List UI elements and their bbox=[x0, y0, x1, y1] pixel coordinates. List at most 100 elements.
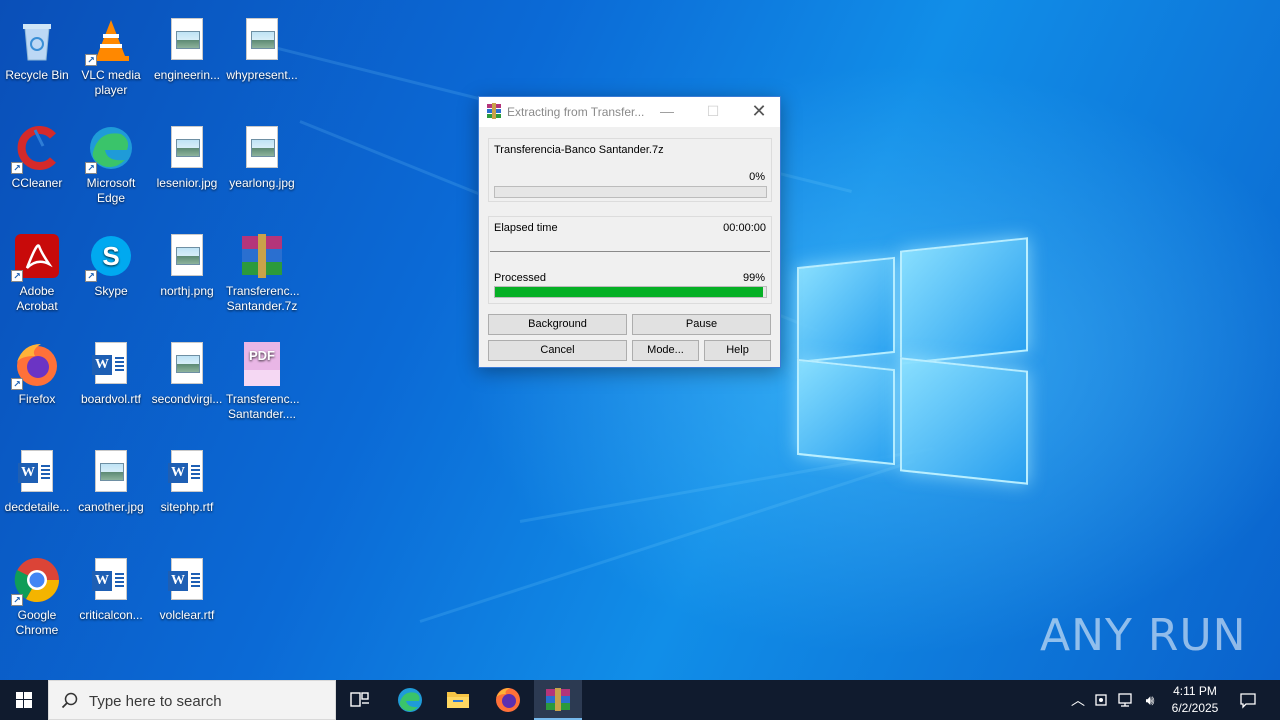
desktop-icon[interactable]: Wboardvol.rtf bbox=[74, 334, 148, 434]
desktop-icon[interactable]: canother.jpg bbox=[74, 442, 148, 542]
ccleaner-icon: ↗ bbox=[11, 124, 61, 174]
dialog-title: Extracting from Transfer... bbox=[507, 105, 645, 119]
desktop-icon[interactable]: Wsitephp.rtf bbox=[150, 442, 224, 542]
acrobat-icon: ↗ bbox=[11, 232, 61, 282]
minimize-button[interactable]: — bbox=[644, 97, 690, 127]
notifications-icon[interactable] bbox=[1238, 690, 1258, 710]
processed-progress-fill bbox=[495, 287, 764, 297]
vlc-icon: ↗ bbox=[85, 16, 135, 66]
taskbar-winrar[interactable] bbox=[534, 680, 582, 720]
file-progress-bar bbox=[494, 186, 767, 198]
recycle-bin-icon bbox=[13, 16, 61, 64]
file-progress-group: Transferencia-Banco Santander.7z 0% bbox=[488, 138, 772, 202]
desktop-icon[interactable]: ↗ Adobe Acrobat bbox=[0, 226, 74, 326]
image-file-icon bbox=[163, 16, 211, 64]
desktop-icon[interactable]: ↗ CCleaner bbox=[0, 118, 74, 218]
desktop-icon[interactable]: Wvolclear.rtf bbox=[150, 550, 224, 650]
taskbar-file-explorer[interactable] bbox=[434, 680, 482, 720]
desktop-icon[interactable]: ↗ Microsoft Edge bbox=[74, 118, 148, 218]
desktop-icon[interactable]: Transferenc... Santander.7z bbox=[225, 226, 300, 326]
task-view-icon bbox=[350, 692, 369, 707]
help-button[interactable]: Help bbox=[704, 340, 771, 361]
desktop-icon-label: sitephp.rtf bbox=[160, 500, 214, 514]
desktop-icon-label: northj.png bbox=[160, 284, 214, 298]
image-file-icon bbox=[87, 448, 135, 496]
clock[interactable]: 4:11 PM 6/2/2025 bbox=[1160, 683, 1230, 717]
taskbar-firefox[interactable] bbox=[484, 680, 532, 720]
elapsed-value: 00:00:00 bbox=[723, 222, 766, 234]
winrar-icon bbox=[486, 103, 502, 119]
desktop-icon[interactable]: engineerin... bbox=[150, 10, 224, 110]
desktop: Recycle Bin ↗ VLC media player engineerin..… bbox=[0, 0, 1280, 680]
desktop-icon[interactable]: Wdecdetaile... bbox=[0, 442, 74, 542]
desktop-icon-label: CCleaner bbox=[11, 176, 63, 190]
desktop-icon-label: Recycle Bin bbox=[5, 68, 69, 82]
task-view-button[interactable] bbox=[336, 680, 384, 720]
mode-button[interactable]: Mode... bbox=[632, 340, 699, 361]
taskbar: Type here to search ︿ 🔊︎ 4:11 PM 6/2/202… bbox=[0, 680, 1280, 720]
desktop-icon-label: VLC media player bbox=[81, 68, 141, 97]
desktop-icon[interactable]: secondvirgi... bbox=[150, 334, 224, 434]
desktop-icon[interactable]: northj.png bbox=[150, 226, 224, 326]
desktop-icon[interactable]: yearlong.jpg bbox=[225, 118, 299, 218]
desktop-icon-label: engineerin... bbox=[153, 68, 221, 82]
shortcut-arrow-icon: ↗ bbox=[11, 594, 23, 606]
volume-icon[interactable]: 🔊︎ bbox=[1140, 690, 1160, 710]
close-button[interactable]: ✕ bbox=[736, 97, 782, 127]
clock-time: 4:11 PM bbox=[1173, 684, 1217, 698]
shortcut-arrow-icon: ↗ bbox=[85, 54, 97, 66]
processed-progress-bar bbox=[494, 286, 767, 298]
processed-percent: 99% bbox=[742, 272, 765, 284]
desktop-icon[interactable]: ↗ Google Chrome bbox=[0, 550, 74, 650]
desktop-icon-label: Adobe Acrobat bbox=[16, 284, 58, 313]
desktop-icon-label: boardvol.rtf bbox=[80, 392, 142, 406]
svg-text:S: S bbox=[102, 241, 119, 271]
desktop-icon-label: Google Chrome bbox=[15, 608, 59, 637]
archive-name: Transferencia-Banco Santander.7z bbox=[494, 144, 664, 156]
shortcut-arrow-icon: ↗ bbox=[11, 162, 23, 174]
desktop-icon-label: Transferenc... Santander.... bbox=[226, 392, 300, 421]
desktop-icon[interactable]: ↗ VLC media player bbox=[74, 10, 148, 110]
desktop-icon-label: criticalcon... bbox=[79, 608, 143, 622]
pause-button[interactable]: Pause bbox=[632, 314, 771, 335]
cancel-button[interactable]: Cancel bbox=[488, 340, 627, 361]
desktop-icon-label: Skype bbox=[94, 284, 128, 298]
desktop-icon[interactable]: Wcriticalcon... bbox=[74, 550, 148, 650]
dialog-titlebar[interactable]: Extracting from Transfer... — ☐ ✕ bbox=[479, 97, 780, 127]
shortcut-arrow-icon: ↗ bbox=[11, 378, 23, 390]
search-box[interactable]: Type here to search bbox=[48, 680, 336, 720]
shortcut-arrow-icon: ↗ bbox=[11, 270, 23, 282]
windows-start-icon bbox=[16, 692, 32, 708]
winrar-archive-icon bbox=[238, 232, 286, 280]
desktop-icon-label: Firefox bbox=[18, 392, 56, 406]
start-button[interactable] bbox=[0, 680, 48, 720]
processed-label: Processed bbox=[494, 272, 546, 284]
image-file-icon bbox=[238, 16, 286, 64]
image-file-icon bbox=[238, 124, 286, 172]
desktop-icon[interactable]: S ↗ Skype bbox=[74, 226, 148, 326]
desktop-icon[interactable]: whypresent... bbox=[225, 10, 299, 110]
word-file-icon: W bbox=[13, 448, 61, 496]
image-file-icon bbox=[163, 340, 211, 388]
background-button[interactable]: Background bbox=[488, 314, 627, 335]
desktop-icon[interactable]: Recycle Bin bbox=[0, 10, 74, 110]
anyrun-watermark: ANY RUN bbox=[1040, 610, 1247, 670]
desktop-icon-label: lesenior.jpg bbox=[156, 176, 218, 190]
network-icon[interactable] bbox=[1116, 690, 1136, 710]
search-placeholder: Type here to search bbox=[89, 693, 222, 710]
divider bbox=[490, 251, 770, 252]
desktop-icon[interactable]: PDF Transferenc... Santander.... bbox=[225, 334, 300, 434]
desktop-icon-label: yearlong.jpg bbox=[229, 176, 295, 190]
chevron-up-icon[interactable]: ︿ bbox=[1068, 690, 1088, 710]
file-percent: 0% bbox=[749, 171, 765, 183]
taskbar-edge[interactable] bbox=[386, 680, 434, 720]
meet-now-icon[interactable] bbox=[1092, 690, 1112, 710]
maximize-button: ☐ bbox=[706, 103, 720, 119]
search-icon bbox=[61, 692, 79, 710]
winrar-icon bbox=[546, 688, 570, 711]
shortcut-arrow-icon: ↗ bbox=[85, 162, 97, 174]
desktop-icon[interactable]: ↗ Firefox bbox=[0, 334, 74, 434]
desktop-icon[interactable]: lesenior.jpg bbox=[150, 118, 224, 218]
extraction-dialog: Extracting from Transfer... — ☐ ✕ Transf… bbox=[478, 96, 781, 368]
word-file-icon: W bbox=[163, 556, 211, 604]
